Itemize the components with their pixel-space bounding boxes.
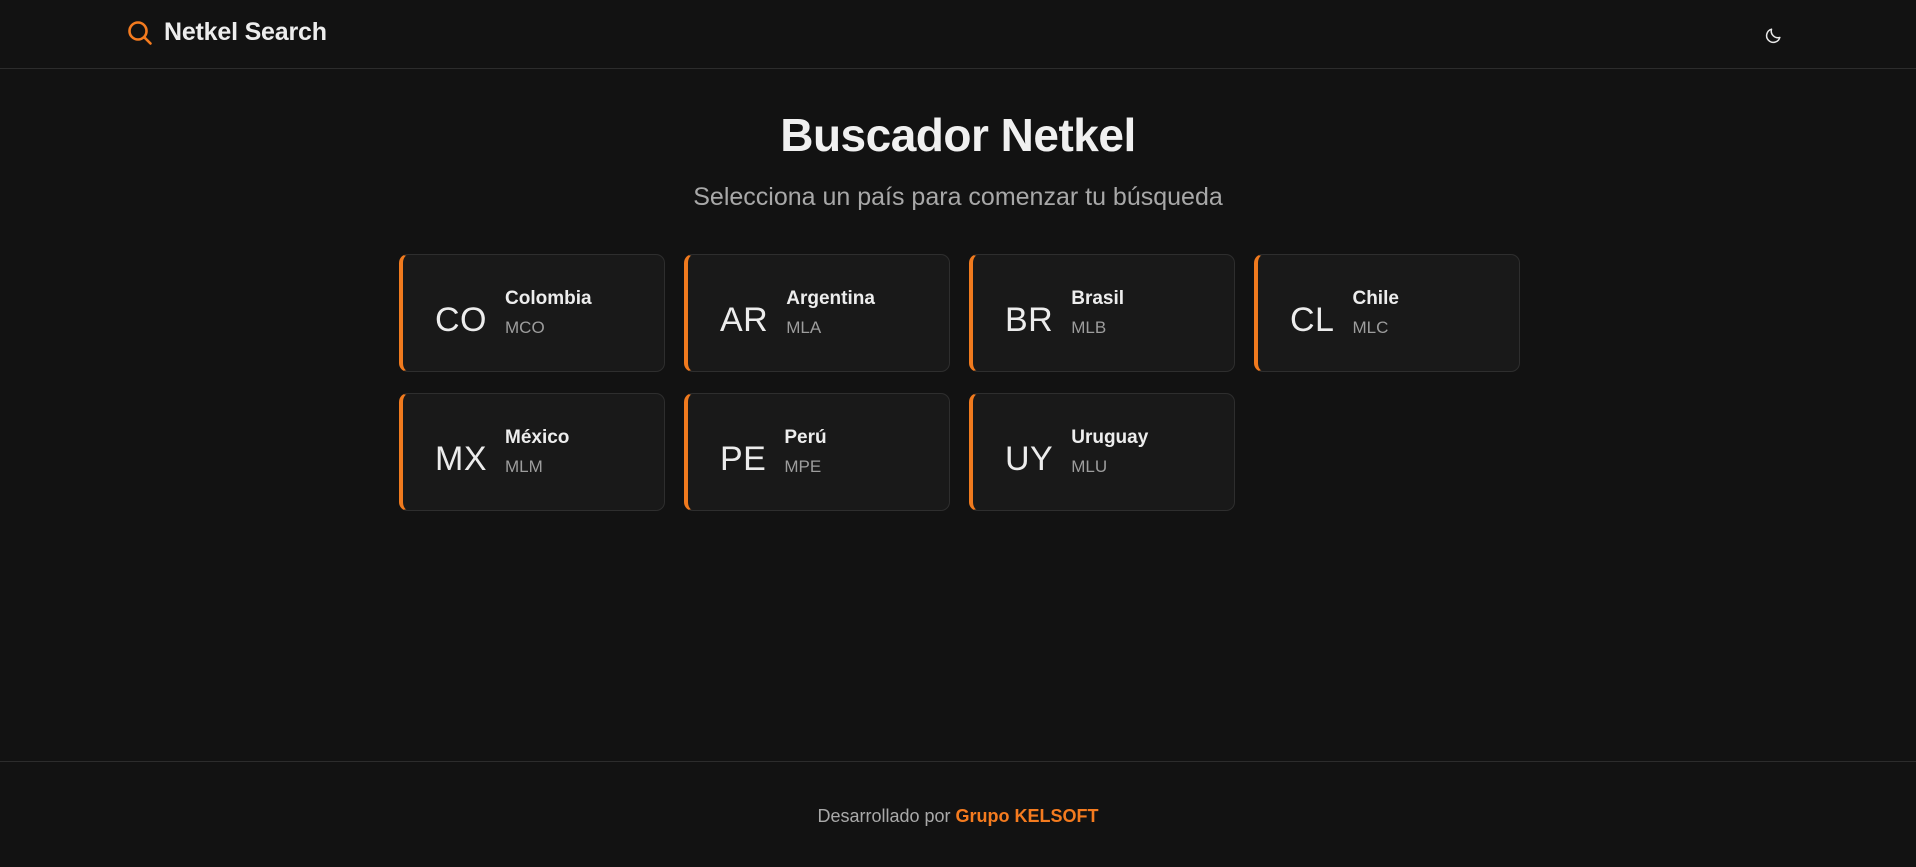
- country-name: Chile: [1352, 288, 1399, 309]
- country-card-br[interactable]: BR Brasil MLB: [969, 254, 1235, 372]
- page-footer: Desarrollado por Grupo KELSOFT: [0, 761, 1916, 867]
- country-card-uy[interactable]: UY Uruguay MLU: [969, 393, 1235, 511]
- country-code: CO: [435, 300, 487, 339]
- page-title: Buscador Netkel: [780, 109, 1136, 161]
- country-name: Argentina: [786, 288, 875, 309]
- country-site-id: MLM: [505, 457, 543, 476]
- country-code: PE: [720, 439, 767, 478]
- footer-credit: Desarrollado por Grupo KELSOFT: [0, 806, 1916, 827]
- footer-company-link[interactable]: Grupo KELSOFT: [956, 806, 1099, 826]
- country-code: UY: [1005, 439, 1054, 478]
- country-name: Colombia: [505, 288, 592, 309]
- country-card-pe[interactable]: PE Perú MPE: [684, 393, 950, 511]
- country-site-id: MPE: [784, 457, 822, 476]
- country-grid: CO Colombia MCO AR Argentina MLA BR Bras…: [399, 254, 1520, 511]
- country-card-mx[interactable]: MX México MLM: [399, 393, 665, 511]
- country-site-id: MCO: [505, 318, 545, 337]
- theme-toggle-button[interactable]: [1758, 20, 1788, 50]
- country-name: Brasil: [1071, 288, 1125, 309]
- country-site-id: MLC: [1352, 318, 1389, 337]
- moon-icon: [1765, 27, 1781, 43]
- country-name: Uruguay: [1071, 427, 1149, 448]
- country-code: BR: [1005, 300, 1054, 339]
- brand-name: Netkel Search: [164, 18, 327, 46]
- footer-prefix: Desarrollado por: [817, 806, 951, 826]
- country-name: Perú: [784, 427, 827, 448]
- country-name: México: [505, 427, 570, 448]
- country-site-id: MLA: [786, 318, 822, 337]
- top-navbar: Netkel Search: [0, 0, 1916, 69]
- country-code: CL: [1290, 300, 1335, 339]
- country-site-id: MLU: [1071, 457, 1108, 476]
- page-subtitle: Selecciona un país para comenzar tu búsq…: [693, 183, 1223, 211]
- country-card-cl[interactable]: CL Chile MLC: [1254, 254, 1520, 372]
- country-code: MX: [435, 439, 487, 478]
- country-card-ar[interactable]: AR Argentina MLA: [684, 254, 950, 372]
- search-icon: [128, 20, 152, 45]
- country-code: AR: [720, 300, 769, 339]
- brand-logo-link[interactable]: Netkel Search: [126, 18, 327, 47]
- country-site-id: MLB: [1071, 318, 1107, 337]
- country-card-co[interactable]: CO Colombia MCO: [399, 254, 665, 372]
